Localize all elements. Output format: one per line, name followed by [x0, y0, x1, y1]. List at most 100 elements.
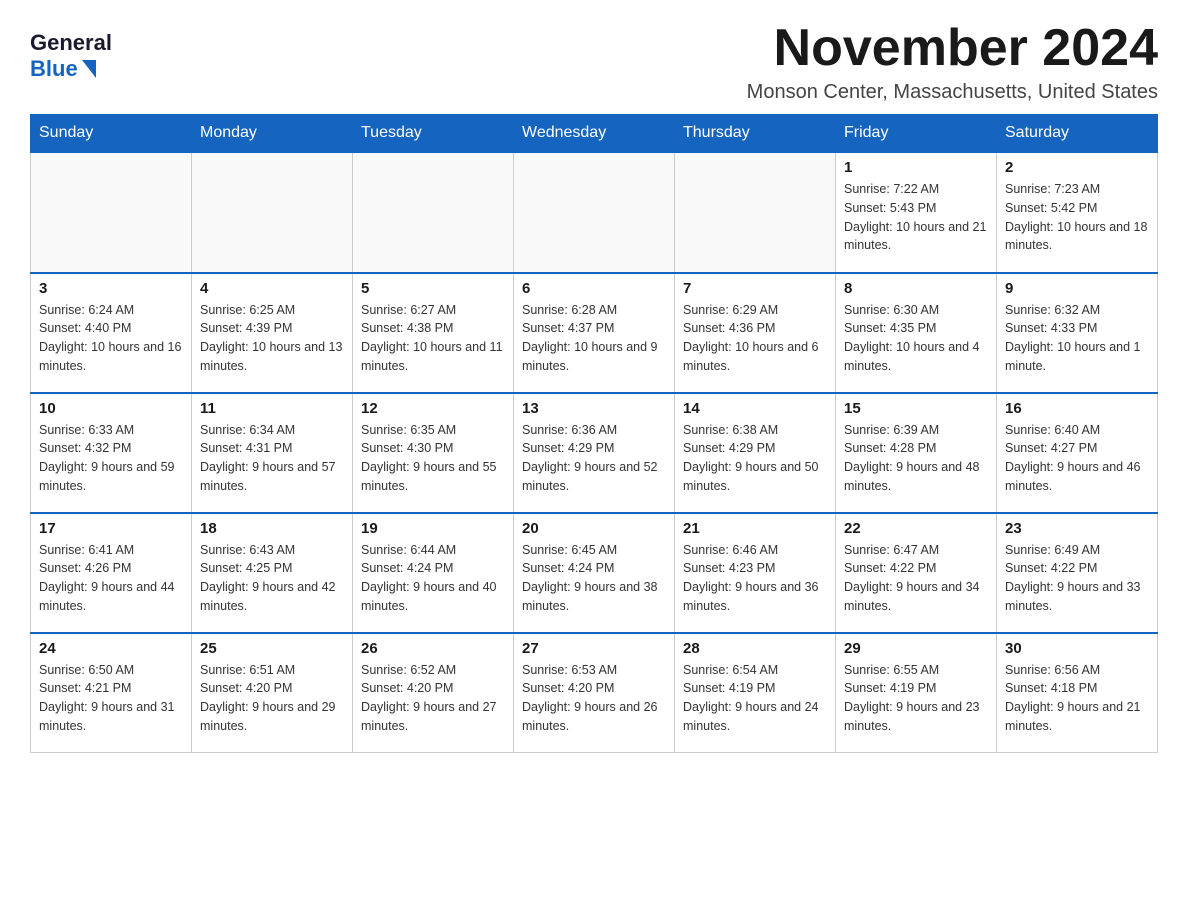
day-info: Sunrise: 6:36 AMSunset: 4:29 PMDaylight:… [522, 423, 658, 493]
calendar-cell: 25 Sunrise: 6:51 AMSunset: 4:20 PMDaylig… [192, 633, 353, 753]
day-number: 21 [683, 520, 827, 537]
calendar-cell: 11 Sunrise: 6:34 AMSunset: 4:31 PMDaylig… [192, 393, 353, 513]
calendar-week-row: 17 Sunrise: 6:41 AMSunset: 4:26 PMDaylig… [31, 513, 1158, 633]
day-info: Sunrise: 6:52 AMSunset: 4:20 PMDaylight:… [361, 663, 497, 733]
month-year-title: November 2024 [747, 20, 1158, 77]
day-number: 22 [844, 520, 988, 537]
logo: General Blue [30, 20, 112, 82]
location-subtitle: Monson Center, Massachusetts, United Sta… [747, 81, 1158, 104]
day-number: 17 [39, 520, 183, 537]
calendar-cell: 22 Sunrise: 6:47 AMSunset: 4:22 PMDaylig… [836, 513, 997, 633]
day-number: 19 [361, 520, 505, 537]
calendar-week-row: 10 Sunrise: 6:33 AMSunset: 4:32 PMDaylig… [31, 393, 1158, 513]
day-info: Sunrise: 6:38 AMSunset: 4:29 PMDaylight:… [683, 423, 819, 493]
day-number: 16 [1005, 400, 1149, 417]
day-info: Sunrise: 6:34 AMSunset: 4:31 PMDaylight:… [200, 423, 336, 493]
calendar-cell: 30 Sunrise: 6:56 AMSunset: 4:18 PMDaylig… [997, 633, 1158, 753]
title-block: November 2024 Monson Center, Massachuset… [747, 20, 1158, 104]
calendar-cell: 4 Sunrise: 6:25 AMSunset: 4:39 PMDayligh… [192, 273, 353, 393]
day-info: Sunrise: 6:43 AMSunset: 4:25 PMDaylight:… [200, 543, 336, 613]
calendar-cell: 8 Sunrise: 6:30 AMSunset: 4:35 PMDayligh… [836, 273, 997, 393]
calendar-header-saturday: Saturday [997, 114, 1158, 153]
calendar-cell: 14 Sunrise: 6:38 AMSunset: 4:29 PMDaylig… [675, 393, 836, 513]
day-number: 26 [361, 640, 505, 657]
calendar-cell: 6 Sunrise: 6:28 AMSunset: 4:37 PMDayligh… [514, 273, 675, 393]
day-info: Sunrise: 6:47 AMSunset: 4:22 PMDaylight:… [844, 543, 980, 613]
calendar-cell [192, 153, 353, 273]
day-number: 24 [39, 640, 183, 657]
calendar-cell: 9 Sunrise: 6:32 AMSunset: 4:33 PMDayligh… [997, 273, 1158, 393]
calendar-header-row: SundayMondayTuesdayWednesdayThursdayFrid… [31, 114, 1158, 153]
calendar-cell: 1 Sunrise: 7:22 AMSunset: 5:43 PMDayligh… [836, 153, 997, 273]
day-number: 23 [1005, 520, 1149, 537]
day-number: 4 [200, 280, 344, 297]
day-info: Sunrise: 6:35 AMSunset: 4:30 PMDaylight:… [361, 423, 497, 493]
day-number: 25 [200, 640, 344, 657]
calendar-cell: 21 Sunrise: 6:46 AMSunset: 4:23 PMDaylig… [675, 513, 836, 633]
calendar-header-thursday: Thursday [675, 114, 836, 153]
day-number: 20 [522, 520, 666, 537]
calendar-cell: 3 Sunrise: 6:24 AMSunset: 4:40 PMDayligh… [31, 273, 192, 393]
day-info: Sunrise: 6:54 AMSunset: 4:19 PMDaylight:… [683, 663, 819, 733]
day-info: Sunrise: 6:33 AMSunset: 4:32 PMDaylight:… [39, 423, 175, 493]
calendar-header-wednesday: Wednesday [514, 114, 675, 153]
day-info: Sunrise: 6:39 AMSunset: 4:28 PMDaylight:… [844, 423, 980, 493]
calendar-week-row: 3 Sunrise: 6:24 AMSunset: 4:40 PMDayligh… [31, 273, 1158, 393]
day-info: Sunrise: 6:53 AMSunset: 4:20 PMDaylight:… [522, 663, 658, 733]
day-info: Sunrise: 6:29 AMSunset: 4:36 PMDaylight:… [683, 303, 819, 373]
day-number: 30 [1005, 640, 1149, 657]
calendar-cell: 28 Sunrise: 6:54 AMSunset: 4:19 PMDaylig… [675, 633, 836, 753]
calendar-cell: 15 Sunrise: 6:39 AMSunset: 4:28 PMDaylig… [836, 393, 997, 513]
day-number: 2 [1005, 159, 1149, 176]
calendar-cell [514, 153, 675, 273]
calendar-cell: 10 Sunrise: 6:33 AMSunset: 4:32 PMDaylig… [31, 393, 192, 513]
calendar-cell: 7 Sunrise: 6:29 AMSunset: 4:36 PMDayligh… [675, 273, 836, 393]
day-info: Sunrise: 6:32 AMSunset: 4:33 PMDaylight:… [1005, 303, 1141, 373]
day-info: Sunrise: 6:55 AMSunset: 4:19 PMDaylight:… [844, 663, 980, 733]
day-number: 9 [1005, 280, 1149, 297]
day-info: Sunrise: 6:50 AMSunset: 4:21 PMDaylight:… [39, 663, 175, 733]
calendar-week-row: 1 Sunrise: 7:22 AMSunset: 5:43 PMDayligh… [31, 153, 1158, 273]
day-info: Sunrise: 6:49 AMSunset: 4:22 PMDaylight:… [1005, 543, 1141, 613]
day-number: 29 [844, 640, 988, 657]
calendar-cell: 2 Sunrise: 7:23 AMSunset: 5:42 PMDayligh… [997, 153, 1158, 273]
logo-triangle-icon [82, 60, 96, 78]
day-number: 14 [683, 400, 827, 417]
calendar-cell: 19 Sunrise: 6:44 AMSunset: 4:24 PMDaylig… [353, 513, 514, 633]
calendar-cell: 17 Sunrise: 6:41 AMSunset: 4:26 PMDaylig… [31, 513, 192, 633]
logo-general-text: General [30, 30, 112, 56]
day-info: Sunrise: 6:46 AMSunset: 4:23 PMDaylight:… [683, 543, 819, 613]
calendar-header-friday: Friday [836, 114, 997, 153]
calendar-cell: 23 Sunrise: 6:49 AMSunset: 4:22 PMDaylig… [997, 513, 1158, 633]
day-info: Sunrise: 6:24 AMSunset: 4:40 PMDaylight:… [39, 303, 181, 373]
day-number: 27 [522, 640, 666, 657]
day-number: 1 [844, 159, 988, 176]
logo-blue-text: Blue [30, 56, 96, 82]
day-info: Sunrise: 6:25 AMSunset: 4:39 PMDaylight:… [200, 303, 342, 373]
calendar-cell: 24 Sunrise: 6:50 AMSunset: 4:21 PMDaylig… [31, 633, 192, 753]
day-info: Sunrise: 6:44 AMSunset: 4:24 PMDaylight:… [361, 543, 497, 613]
day-info: Sunrise: 6:41 AMSunset: 4:26 PMDaylight:… [39, 543, 175, 613]
day-number: 8 [844, 280, 988, 297]
day-info: Sunrise: 6:30 AMSunset: 4:35 PMDaylight:… [844, 303, 980, 373]
day-info: Sunrise: 7:22 AMSunset: 5:43 PMDaylight:… [844, 182, 986, 252]
day-info: Sunrise: 6:45 AMSunset: 4:24 PMDaylight:… [522, 543, 658, 613]
calendar-cell: 12 Sunrise: 6:35 AMSunset: 4:30 PMDaylig… [353, 393, 514, 513]
calendar-cell: 29 Sunrise: 6:55 AMSunset: 4:19 PMDaylig… [836, 633, 997, 753]
calendar-cell: 27 Sunrise: 6:53 AMSunset: 4:20 PMDaylig… [514, 633, 675, 753]
day-number: 3 [39, 280, 183, 297]
calendar-header-monday: Monday [192, 114, 353, 153]
calendar-cell: 20 Sunrise: 6:45 AMSunset: 4:24 PMDaylig… [514, 513, 675, 633]
day-info: Sunrise: 6:51 AMSunset: 4:20 PMDaylight:… [200, 663, 336, 733]
day-info: Sunrise: 6:28 AMSunset: 4:37 PMDaylight:… [522, 303, 658, 373]
day-number: 11 [200, 400, 344, 417]
day-number: 6 [522, 280, 666, 297]
calendar-header-tuesday: Tuesday [353, 114, 514, 153]
calendar-cell: 18 Sunrise: 6:43 AMSunset: 4:25 PMDaylig… [192, 513, 353, 633]
day-number: 28 [683, 640, 827, 657]
calendar-cell: 13 Sunrise: 6:36 AMSunset: 4:29 PMDaylig… [514, 393, 675, 513]
calendar-header-sunday: Sunday [31, 114, 192, 153]
calendar-cell [353, 153, 514, 273]
day-info: Sunrise: 7:23 AMSunset: 5:42 PMDaylight:… [1005, 182, 1147, 252]
page-header: General Blue November 2024 Monson Center… [30, 20, 1158, 104]
